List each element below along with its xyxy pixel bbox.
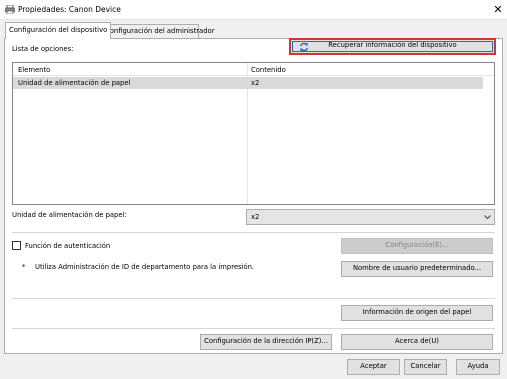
ok-button[interactable]: Aceptar bbox=[347, 359, 400, 375]
auth-checkbox[interactable] bbox=[12, 241, 21, 250]
column-header-element[interactable]: Elemento bbox=[18, 66, 50, 74]
options-list-label: Lista de opciones: bbox=[12, 45, 74, 53]
list-row-value: x2 bbox=[251, 79, 260, 87]
divider bbox=[12, 298, 495, 299]
retrieve-device-info-button[interactable]: Recuperar información del dispositivo bbox=[289, 38, 496, 55]
retrieve-device-info-label: Recuperar información del dispositivo bbox=[328, 41, 457, 49]
auth-config-button[interactable]: Configuración(E)... bbox=[341, 238, 493, 254]
paper-unit-value: x2 bbox=[251, 213, 260, 221]
auth-checkbox-label[interactable]: Función de autenticación bbox=[25, 242, 110, 250]
window-title: Propiedades: Canon Device bbox=[18, 5, 121, 14]
paper-source-info-button[interactable]: Información de origen del papel bbox=[341, 305, 493, 321]
auth-note: Utiliza Administración de ID de departam… bbox=[35, 263, 255, 271]
title-bar: Propiedades: Canon Device ✕ bbox=[0, 0, 507, 20]
about-button[interactable]: Acerca de(U) bbox=[341, 334, 493, 350]
help-button[interactable]: Ayuda bbox=[456, 359, 500, 375]
tab-admin-settings[interactable]: Configuración del administrador bbox=[101, 24, 215, 38]
default-username-button[interactable]: Nombre de usuario predeterminado... bbox=[341, 261, 493, 277]
ip-address-settings-button[interactable]: Configuración de la dirección IP(Z)... bbox=[200, 334, 332, 350]
list-row-item: Unidad de alimentación de papel bbox=[18, 79, 131, 87]
paper-unit-select[interactable]: x2 bbox=[246, 209, 495, 225]
chevron-down-icon bbox=[484, 215, 491, 220]
divider bbox=[12, 232, 495, 233]
printer-icon bbox=[5, 5, 15, 14]
paper-unit-label: Unidad de alimentación de papel: bbox=[12, 211, 127, 219]
note-marker: * bbox=[22, 263, 26, 271]
tab-device-settings[interactable]: Configuración del dispositivo bbox=[5, 22, 112, 39]
options-list[interactable]: Elemento Contenido Unidad de alimentació… bbox=[12, 62, 495, 205]
refresh-icon bbox=[299, 42, 309, 52]
cancel-button[interactable]: Cancelar bbox=[404, 359, 447, 375]
column-header-content[interactable]: Contenido bbox=[251, 66, 286, 74]
divider bbox=[12, 328, 495, 329]
close-button[interactable]: ✕ bbox=[490, 1, 506, 18]
